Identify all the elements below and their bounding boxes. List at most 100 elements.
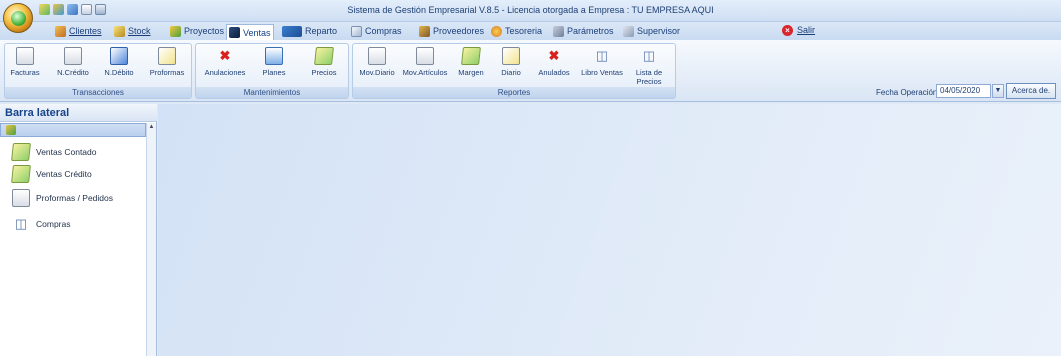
fecha-dropdown-icon[interactable]: ▼: [992, 84, 1004, 98]
menu-label: Clientes: [69, 26, 102, 36]
button-label: Lista de Precios: [635, 68, 663, 86]
tools-icon: [553, 25, 564, 37]
sidebar-item-label: Proformas / Pedidos: [36, 193, 114, 203]
menu-item-ventas[interactable]: Ventas: [226, 24, 274, 40]
sales-icon: [229, 27, 240, 38]
planes-button[interactable]: Planes: [256, 47, 292, 77]
stock-icon: [114, 25, 125, 37]
button-label: N.Débito: [104, 68, 134, 77]
precios-button[interactable]: Precios: [306, 47, 342, 77]
exit-icon[interactable]: ×: [782, 25, 793, 36]
proforma-icon: [158, 47, 176, 65]
menu-item-reparto[interactable]: Reparto: [280, 24, 339, 38]
sidebar-item-ventas-credito[interactable]: Ventas Crédito: [11, 165, 92, 183]
button-label: Proformas: [149, 68, 185, 77]
app-menu-orb-icon[interactable]: [3, 3, 33, 33]
menu-item-supervisor[interactable]: Supervisor: [621, 24, 682, 38]
menu-item-stock[interactable]: Stock: [112, 24, 153, 38]
menu-item-parametros[interactable]: Parámetros: [551, 24, 616, 38]
margin-cash-icon: [461, 47, 481, 65]
margen-button[interactable]: Margen: [453, 47, 489, 77]
sidebar-item-ventas-contado[interactable]: Ventas Contado: [11, 143, 97, 161]
treasury-icon: [491, 25, 502, 37]
acerca-de-button[interactable]: Acerca de.: [1006, 83, 1056, 99]
button-label: Mov.Artículos: [402, 68, 448, 77]
button-label: Diario: [501, 68, 521, 77]
group-label: Transacciones: [5, 87, 191, 98]
sidebar-category-icon: [6, 125, 16, 135]
journal-icon: [502, 47, 520, 65]
nota-credito-button[interactable]: N.Crédito: [53, 47, 93, 77]
item-movement-icon: [416, 47, 434, 65]
mov-articulos-button[interactable]: Mov.Artículos: [399, 47, 451, 77]
document-icon: [12, 189, 30, 207]
app-window: Sistema de Gestión Empresarial V.8.5 - L…: [0, 0, 1061, 356]
truck-icon: [282, 25, 302, 37]
lista-precios-button[interactable]: ◫ Lista de Precios: [631, 47, 667, 86]
menu-item-clientes[interactable]: Clientes: [53, 24, 104, 38]
credit-note-icon: [64, 47, 82, 65]
menu-label: Reparto: [305, 26, 338, 36]
proformas-button[interactable]: Proformas: [146, 47, 188, 77]
button-label: Precios: [311, 68, 337, 77]
daily-movement-icon: [368, 47, 386, 65]
mov-diario-button[interactable]: Mov.Diario: [356, 47, 398, 77]
menu-item-tesoreria[interactable]: Tesoreria: [489, 24, 544, 38]
sidebar-item-label: Ventas Contado: [36, 147, 97, 157]
sidebar-item-label: Compras: [36, 219, 71, 229]
anulaciones-button[interactable]: ✖ Anulaciones: [201, 47, 249, 77]
button-label: Mov.Diario: [359, 68, 395, 77]
button-label: Facturas: [10, 68, 40, 77]
diario-button[interactable]: Diario: [495, 47, 527, 77]
suppliers-icon: [419, 25, 430, 37]
supervisor-icon: [623, 25, 634, 37]
book-icon: ◫: [14, 216, 28, 231]
invoice-icon: [16, 47, 34, 65]
menu-label: Tesoreria: [505, 26, 543, 36]
group-label: Reportes: [353, 87, 675, 98]
ribbon-group-reportes: Mov.Diario Mov.Artículos Margen Diario ✖…: [352, 43, 676, 99]
facturas-button[interactable]: Facturas: [8, 47, 42, 77]
title-bar: Sistema de Gestión Empresarial V.8.5 - L…: [0, 0, 1061, 22]
sidebar-item-compras[interactable]: ◫ Compras: [12, 216, 71, 232]
scroll-up-icon[interactable]: ▲: [148, 124, 155, 132]
sales-book-icon: ◫: [595, 48, 609, 63]
cancel-x-icon: ✖: [219, 48, 231, 63]
voided-x-icon: ✖: [548, 48, 560, 63]
sidebar-scrollbar[interactable]: ▲: [146, 123, 156, 356]
menu-label: Ventas: [243, 27, 271, 38]
sidebar-item-proformas-pedidos[interactable]: Proformas / Pedidos: [12, 189, 114, 207]
menu-item-proyectos[interactable]: Proyectos: [168, 24, 226, 38]
button-label: Anulaciones: [204, 68, 246, 77]
nota-debito-button[interactable]: N.Débito: [100, 47, 138, 77]
plans-icon: [265, 47, 283, 65]
debit-note-icon: [110, 47, 128, 65]
button-label: Anulados: [538, 68, 570, 77]
purchases-icon: [351, 25, 362, 37]
ribbon-group-transacciones: Facturas N.Crédito N.Débito Proformas Tr…: [4, 43, 192, 99]
sidebar-item-label: Ventas Crédito: [36, 169, 92, 179]
libro-ventas-button[interactable]: ◫ Libro Ventas: [579, 47, 625, 77]
clients-icon: [55, 25, 66, 37]
menu-label: Stock: [128, 26, 151, 36]
app-title: Sistema de Gestión Empresarial V.8.5 - L…: [347, 5, 714, 15]
menu-label: Compras: [365, 26, 402, 36]
menu-item-proveedores[interactable]: Proveedores: [417, 24, 486, 38]
anulados-button[interactable]: ✖ Anulados: [535, 47, 573, 77]
button-label: Margen: [458, 68, 484, 77]
menu-label: Parámetros: [567, 26, 614, 36]
ribbon: Facturas N.Crédito N.Débito Proformas Tr…: [0, 40, 1061, 102]
menu-label: Supervisor: [637, 26, 681, 36]
price-list-icon: ◫: [642, 48, 656, 63]
menu-label: Proyectos: [184, 26, 225, 36]
sidebar-title: Barra lateral: [0, 104, 157, 122]
sidebar-toolbar[interactable]: [0, 123, 146, 137]
button-label: Libro Ventas: [581, 68, 623, 77]
cash-icon: [11, 165, 31, 183]
sidebar: Barra lateral ▲ Ventas Contado Ventas Cr…: [0, 104, 157, 356]
menu-label: Proveedores: [433, 26, 485, 36]
fecha-operacion-input[interactable]: 04/05/2020: [936, 84, 991, 98]
button-label: Planes: [262, 68, 286, 77]
menu-item-compras[interactable]: Compras: [349, 24, 404, 38]
exit-button[interactable]: Salir: [797, 25, 815, 35]
